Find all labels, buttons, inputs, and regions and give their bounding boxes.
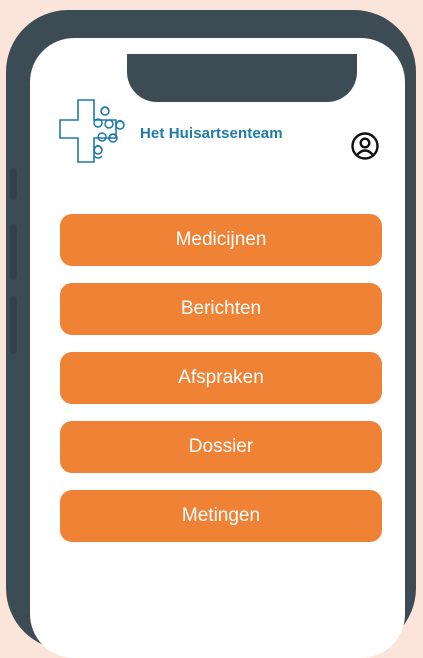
phone-screen: Het Huisartsenteam Medicijnen Berichten …: [30, 38, 405, 658]
phone-volume-down-button: [10, 296, 17, 354]
afspraken-button[interactable]: Afspraken: [60, 352, 382, 404]
berichten-button[interactable]: Berichten: [60, 283, 382, 335]
dossier-button[interactable]: Dossier: [60, 421, 382, 473]
logo-mark-icon: [59, 99, 125, 163]
main-menu: Medicijnen Berichten Afspraken Dossier M…: [60, 214, 382, 559]
logo-text: Het Huisartsenteam: [140, 124, 283, 142]
phone-frame: Het Huisartsenteam Medicijnen Berichten …: [6, 10, 416, 658]
app-logo: Het Huisartsenteam: [58, 98, 283, 168]
user-circle-icon[interactable]: [350, 131, 380, 161]
medicijnen-button[interactable]: Medicijnen: [60, 214, 382, 266]
phone-volume-up-button: [10, 224, 17, 280]
phone-side-button: [10, 168, 17, 200]
phone-notch: [127, 54, 357, 102]
metingen-button[interactable]: Metingen: [60, 490, 382, 542]
